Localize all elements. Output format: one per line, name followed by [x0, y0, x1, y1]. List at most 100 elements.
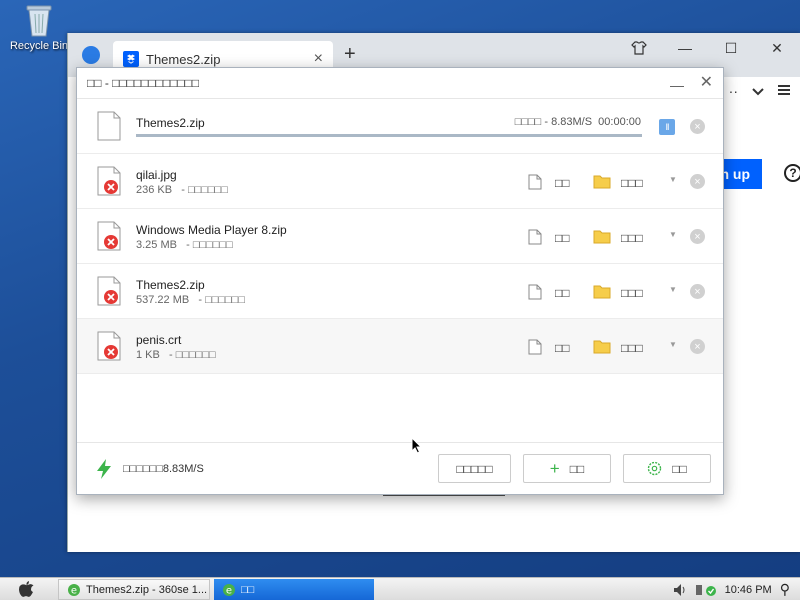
lightning-icon — [97, 459, 111, 479]
open-file-icon[interactable] — [528, 229, 542, 245]
download-size: 537.22 MB — [136, 294, 190, 306]
taskbar-item-downloads[interactable]: e □□ — [214, 579, 374, 600]
row-more-dropdown[interactable]: ▼ — [669, 175, 677, 184]
help-button[interactable]: ? — [784, 164, 800, 182]
mouse-cursor-icon — [411, 437, 422, 454]
open-folder-button[interactable]: □□□ — [621, 341, 643, 355]
system-tray: 10:46 PM ⚲ — [673, 581, 790, 598]
clear-list-label: □□□□□ — [456, 461, 493, 476]
open-file-icon[interactable] — [528, 174, 542, 190]
dialog-minimize-button[interactable] — [669, 85, 684, 87]
apple-start-icon[interactable] — [18, 580, 34, 598]
open-folder-button[interactable]: □□□ — [621, 176, 643, 190]
open-file-button[interactable]: □□ — [555, 231, 570, 245]
more-dots-icon[interactable]: ·· — [729, 83, 738, 99]
open-file-icon[interactable] — [528, 339, 542, 355]
new-download-label: □□ — [569, 461, 585, 476]
volume-icon[interactable] — [673, 583, 687, 597]
taskbar-clock: 10:46 PM — [724, 583, 772, 596]
remove-download-button[interactable]: × — [690, 174, 705, 189]
open-file-icon[interactable] — [528, 284, 542, 300]
download-row[interactable]: Themes2.zip 537.22 MB - □□□□□□ □□ □□□ ▼ … — [77, 264, 723, 319]
download-speed-text: □□□□□□8.83M/S — [123, 463, 204, 475]
folder-icon[interactable] — [593, 174, 611, 189]
new-download-button[interactable]: + □□ — [523, 454, 611, 483]
download-size: 1 KB — [136, 349, 160, 361]
dialog-footer: □□□□□□8.83M/S □□□□□ + □□ □□ — [77, 442, 723, 494]
menu-icon[interactable] — [778, 83, 790, 99]
download-size: 3.25 MB — [136, 239, 177, 251]
download-e-icon: e — [223, 583, 235, 596]
plus-icon: + — [549, 458, 560, 478]
folder-icon[interactable] — [593, 339, 611, 354]
tab-title: Themes2.zip — [146, 51, 221, 67]
download-filename: penis.crt — [136, 333, 182, 347]
recycle-bin-desktop-icon[interactable]: Recycle Bin — [8, 2, 70, 52]
download-status: - □□□□□□ — [186, 239, 233, 251]
download-size: 236 KB — [136, 184, 173, 196]
download-status: - □□□□□□ — [169, 349, 216, 361]
open-file-button[interactable]: □□ — [555, 341, 570, 355]
remove-download-button[interactable]: × — [690, 284, 705, 299]
row-more-dropdown[interactable]: ▼ — [669, 230, 677, 239]
skin-icon[interactable] — [616, 33, 662, 63]
download-progress-fill — [136, 134, 642, 137]
remove-download-button[interactable]: × — [690, 229, 705, 244]
row-more-dropdown[interactable]: ▼ — [669, 285, 677, 294]
download-filename: Themes2.zip — [136, 278, 205, 292]
recycle-bin-label: Recycle Bin — [9, 40, 69, 52]
download-status: - □□□□□□ — [198, 294, 245, 306]
failed-file-icon — [97, 166, 121, 196]
download-manager-dialog: □□ - □□□□□□□□□□□□ ✕ Themes2.zip □□□□ - 8… — [76, 67, 724, 495]
remove-download-button[interactable]: × — [690, 119, 705, 134]
svg-text:e: e — [226, 585, 232, 596]
settings-label: □□ — [672, 461, 687, 476]
browser-maximize-button[interactable]: ☐ — [708, 33, 754, 63]
open-file-button[interactable]: □□ — [555, 286, 570, 300]
active-download-row[interactable]: Themes2.zip □□□□ - 8.83M/S 00:00:00 II × — [77, 99, 723, 154]
recycle-bin-icon — [24, 2, 54, 38]
taskbar-item-browser[interactable]: e Themes2.zip - 360se 1... — [58, 579, 210, 600]
new-tab-button[interactable]: + — [344, 43, 356, 66]
file-icon — [97, 111, 121, 141]
failed-file-icon — [97, 331, 121, 361]
tab-close-button[interactable]: × — [314, 50, 323, 68]
download-filename: Themes2.zip — [136, 116, 205, 130]
open-folder-button[interactable]: □□□ — [621, 231, 643, 245]
pause-button[interactable]: II — [659, 119, 675, 135]
search-icon[interactable]: ⚲ — [780, 581, 790, 598]
dropbox-icon — [123, 51, 139, 67]
browser-minimize-button[interactable]: — — [662, 33, 708, 63]
download-row[interactable]: penis.crt 1 KB - □□□□□□ □□ □□□ ▼ × — [77, 319, 723, 374]
dialog-title: □□ - □□□□□□□□□□□□ — [87, 76, 200, 90]
open-file-button[interactable]: □□ — [555, 176, 570, 190]
failed-file-icon — [97, 221, 121, 251]
svg-text:e: e — [71, 585, 77, 596]
download-meta: 537.22 MB - □□□□□□ — [136, 294, 245, 306]
row-more-dropdown[interactable]: ▼ — [669, 340, 677, 349]
remove-download-button[interactable]: × — [690, 339, 705, 354]
open-folder-button[interactable]: □□□ — [621, 286, 643, 300]
download-filename: qilai.jpg — [136, 168, 177, 182]
settings-button[interactable]: □□ — [623, 454, 711, 483]
browser-logo-icon[interactable] — [82, 46, 100, 64]
browser-e-icon: e — [68, 583, 80, 596]
folder-icon[interactable] — [593, 229, 611, 244]
download-row[interactable]: Windows Media Player 8.zip 3.25 MB - □□□… — [77, 209, 723, 264]
folder-icon[interactable] — [593, 284, 611, 299]
dialog-titlebar: □□ - □□□□□□□□□□□□ ✕ — [77, 68, 723, 99]
download-row[interactable]: qilai.jpg 236 KB - □□□□□□ □□ □□□ ▼ × — [77, 154, 723, 209]
download-meta: 236 KB - □□□□□□ — [136, 184, 228, 196]
clear-list-button[interactable]: □□□□□ — [438, 454, 511, 483]
taskbar-item-label: □□ — [241, 583, 255, 596]
browser-window-controls: — ☐ ✕ — [616, 33, 800, 63]
download-meta: 1 KB - □□□□□□ — [136, 349, 216, 361]
taskbar: e Themes2.zip - 360se 1... e □□ 10:46 PM… — [0, 577, 800, 600]
download-progress-text: □□□□ - 8.83M/S 00:00:00 — [514, 116, 641, 128]
taskbar-item-label: Themes2.zip - 360se 1... — [86, 583, 208, 596]
download-filename: Windows Media Player 8.zip — [136, 223, 287, 237]
dialog-close-button[interactable]: ✕ — [700, 72, 713, 92]
chevron-down-icon[interactable] — [752, 83, 764, 99]
browser-close-button[interactable]: ✕ — [754, 33, 800, 63]
network-shield-icon[interactable] — [695, 583, 717, 597]
